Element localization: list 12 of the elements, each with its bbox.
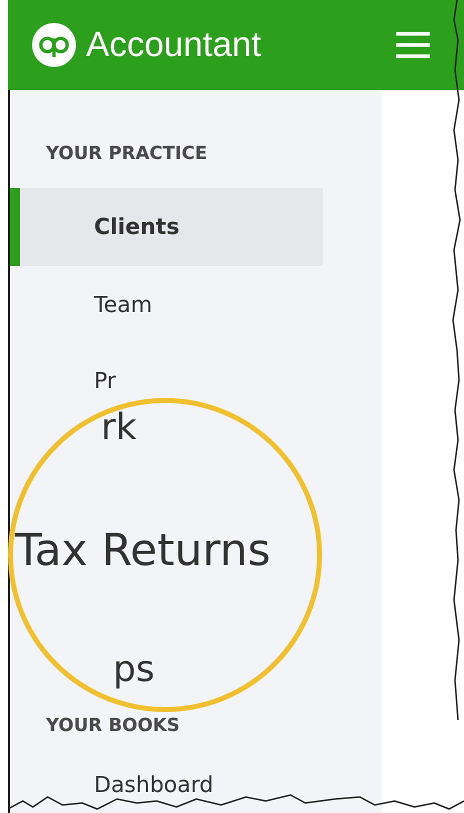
- magnified-text: Tax Returns: [15, 525, 271, 576]
- sidebar-item[interactable]: Clients: [10, 188, 323, 266]
- section-heading: YOUR PRACTICE: [45, 142, 208, 166]
- app-title: Accountant: [86, 25, 262, 65]
- magnified-text: rk: [101, 407, 137, 448]
- magnified-text: ps: [113, 649, 155, 690]
- menu-icon[interactable]: [396, 31, 430, 59]
- section-heading: YOUR BOOKS: [45, 714, 181, 738]
- sidebar-item[interactable]: Dashboard: [10, 770, 218, 800]
- logo-icon: [32, 23, 76, 67]
- sidebar-item[interactable]: Team: [10, 266, 156, 344]
- sidebar-item[interactable]: Pr: [10, 344, 120, 394]
